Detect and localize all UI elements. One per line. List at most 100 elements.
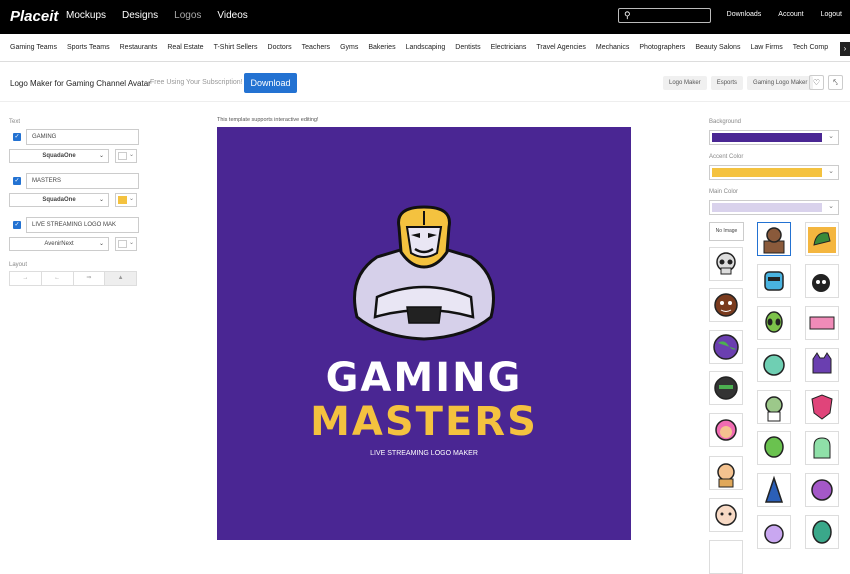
- font-select-line3[interactable]: AvenirNext ⌄: [9, 237, 109, 251]
- chevron-down-icon: ⌄: [828, 168, 834, 175]
- category-gyms[interactable]: Gyms: [340, 44, 358, 51]
- category-real-estate[interactable]: Real Estate: [167, 44, 203, 51]
- tag-esports[interactable]: Esports: [710, 76, 744, 90]
- search-input[interactable]: ⚲: [618, 8, 711, 23]
- nav-designs[interactable]: Designs: [122, 10, 158, 21]
- hooded-icon: [764, 475, 784, 503]
- wrestler-icon: [763, 227, 785, 254]
- graphic-robot-thumbnail[interactable]: [757, 264, 791, 298]
- text-section-label: Text: [9, 119, 21, 125]
- nav-mockups[interactable]: Mockups: [66, 10, 106, 21]
- text-input-line2[interactable]: MASTERS: [26, 173, 139, 189]
- placeit-logo[interactable]: Placeit: [10, 8, 58, 25]
- ghost-icon: [813, 437, 831, 459]
- downloads-link[interactable]: Downloads: [727, 11, 762, 18]
- page-subtitle: Free Using Your Subscription!: [150, 79, 243, 86]
- graphic-skull-thumbnail[interactable]: [709, 247, 743, 281]
- graphic-zombie-thumbnail[interactable]: [757, 390, 791, 424]
- graphic-alien2-thumbnail[interactable]: [805, 515, 839, 549]
- graphic-planet-thumbnail[interactable]: [709, 330, 743, 364]
- category-photographers[interactable]: Photographers: [639, 44, 685, 51]
- graphic-hooded-thumbnail[interactable]: [757, 473, 791, 507]
- graphic-shield-thumbnail[interactable]: [805, 390, 839, 424]
- graphic-demon-thumbnail[interactable]: [805, 473, 839, 507]
- graphic-elf-thumbnail[interactable]: [757, 348, 791, 382]
- category-teachers[interactable]: Teachers: [302, 44, 330, 51]
- category-bakeries[interactable]: Bakeries: [368, 44, 395, 51]
- graphic-girl-thumbnail[interactable]: [709, 413, 743, 447]
- cat-icon: [812, 352, 832, 374]
- planet-icon: [713, 334, 739, 360]
- chevron-down-icon: ⌄: [98, 241, 104, 247]
- graphic-cat-thumbnail[interactable]: [805, 348, 839, 382]
- tag-logo-maker[interactable]: Logo Maker: [663, 76, 707, 90]
- share-icon[interactable]: ⤣: [828, 75, 843, 90]
- nav-videos[interactable]: Videos: [217, 10, 247, 21]
- graphic-green-alien-thumbnail[interactable]: [757, 431, 791, 465]
- zombie-icon: [765, 396, 783, 422]
- search-icon: ⚲: [624, 10, 631, 20]
- no-image-option[interactable]: No Image: [709, 222, 744, 241]
- graphic-ghost-thumbnail[interactable]: [805, 431, 839, 465]
- color-swatch-line1[interactable]: ⌄: [115, 149, 137, 163]
- text-input-line3[interactable]: LIVE STREAMING LOGO MAK: [26, 217, 139, 233]
- font-select-line1[interactable]: SquadaOne ⌄: [9, 149, 109, 163]
- layout-right-icon[interactable]: ⇒: [74, 272, 106, 285]
- main-color-picker[interactable]: ⌄: [709, 200, 839, 215]
- text-input-line1[interactable]: GAMING: [26, 129, 139, 145]
- graphic-alien-thumbnail[interactable]: [757, 306, 791, 340]
- category-mechanics[interactable]: Mechanics: [596, 44, 629, 51]
- accent-color-picker[interactable]: ⌄: [709, 165, 839, 180]
- page-title: Logo Maker for Gaming Channel Avatar: [10, 79, 151, 88]
- main-color-label: Main Color: [709, 189, 739, 195]
- background-color-picker[interactable]: ⌄: [709, 130, 839, 145]
- category-landscaping[interactable]: Landscaping: [406, 44, 446, 51]
- category-dentists[interactable]: Dentists: [455, 44, 480, 51]
- color-swatch-line2[interactable]: ⌄: [115, 193, 137, 207]
- account-link[interactable]: Account: [778, 11, 803, 18]
- graphic-dino-thumbnail[interactable]: [805, 222, 839, 256]
- category-electricians[interactable]: Electricians: [491, 44, 527, 51]
- graphic-face-thumbnail[interactable]: [709, 288, 743, 322]
- category-restaurants[interactable]: Restaurants: [120, 44, 158, 51]
- graphic-ninja-thumbnail[interactable]: [709, 371, 743, 405]
- category-tshirt-sellers[interactable]: T-Shirt Sellers: [214, 44, 258, 51]
- nav-logos[interactable]: Logos: [174, 10, 201, 21]
- download-button[interactable]: Download: [244, 73, 297, 93]
- accent-color-fill: [712, 168, 822, 177]
- graphic-unicorn-thumbnail[interactable]: [757, 515, 791, 549]
- graphic-gamer-thumbnail[interactable]: [709, 456, 743, 490]
- checkbox-line1[interactable]: ✓: [13, 133, 21, 141]
- logout-link[interactable]: Logout: [821, 11, 842, 18]
- category-tech-comp[interactable]: Tech Comp: [793, 44, 828, 51]
- graphic-badge-thumbnail[interactable]: [805, 306, 839, 340]
- checkbox-line3[interactable]: ✓: [13, 221, 21, 229]
- category-beauty-salons[interactable]: Beauty Salons: [695, 44, 740, 51]
- layout-left-icon[interactable]: →: [10, 272, 42, 285]
- color-swatch-line3[interactable]: ⌄: [115, 237, 137, 251]
- graphic-partial-thumbnail[interactable]: [709, 540, 743, 574]
- tag-gaming-logo-maker[interactable]: Gaming Logo Maker: [747, 76, 814, 90]
- graphic-bomb-thumbnail[interactable]: [805, 264, 839, 298]
- top-navigation-bar: Placeit Mockups Designs Logos Videos ⚲ D…: [0, 0, 850, 34]
- bomb-icon: [812, 274, 830, 292]
- category-sports-teams[interactable]: Sports Teams: [67, 44, 110, 51]
- category-gaming-teams[interactable]: Gaming Teams: [10, 44, 57, 51]
- font-select-line2[interactable]: SquadaOne ⌄: [9, 193, 109, 207]
- font-select-label: SquadaOne: [42, 197, 76, 203]
- category-law-firms[interactable]: Law Firms: [750, 44, 782, 51]
- background-color-fill: [712, 133, 822, 142]
- graphic-wrestler-thumbnail[interactable]: [757, 222, 791, 256]
- shield-icon: [811, 394, 833, 420]
- girl-icon: [715, 419, 737, 441]
- alien-icon: [765, 311, 783, 333]
- logo-canvas[interactable]: GAMING MASTERS LIVE STREAMING LOGO MAKER: [217, 127, 631, 540]
- layout-center-icon[interactable]: ←: [42, 272, 74, 285]
- graphic-baby-thumbnail[interactable]: [709, 498, 743, 532]
- category-travel-agencies[interactable]: Travel Agencies: [536, 44, 586, 51]
- checkbox-line2[interactable]: ✓: [13, 177, 21, 185]
- chevron-right-icon[interactable]: ›: [840, 42, 850, 56]
- heart-icon[interactable]: ♡: [809, 75, 824, 90]
- layout-top-icon[interactable]: ▲: [105, 272, 136, 285]
- category-doctors[interactable]: Doctors: [268, 44, 292, 51]
